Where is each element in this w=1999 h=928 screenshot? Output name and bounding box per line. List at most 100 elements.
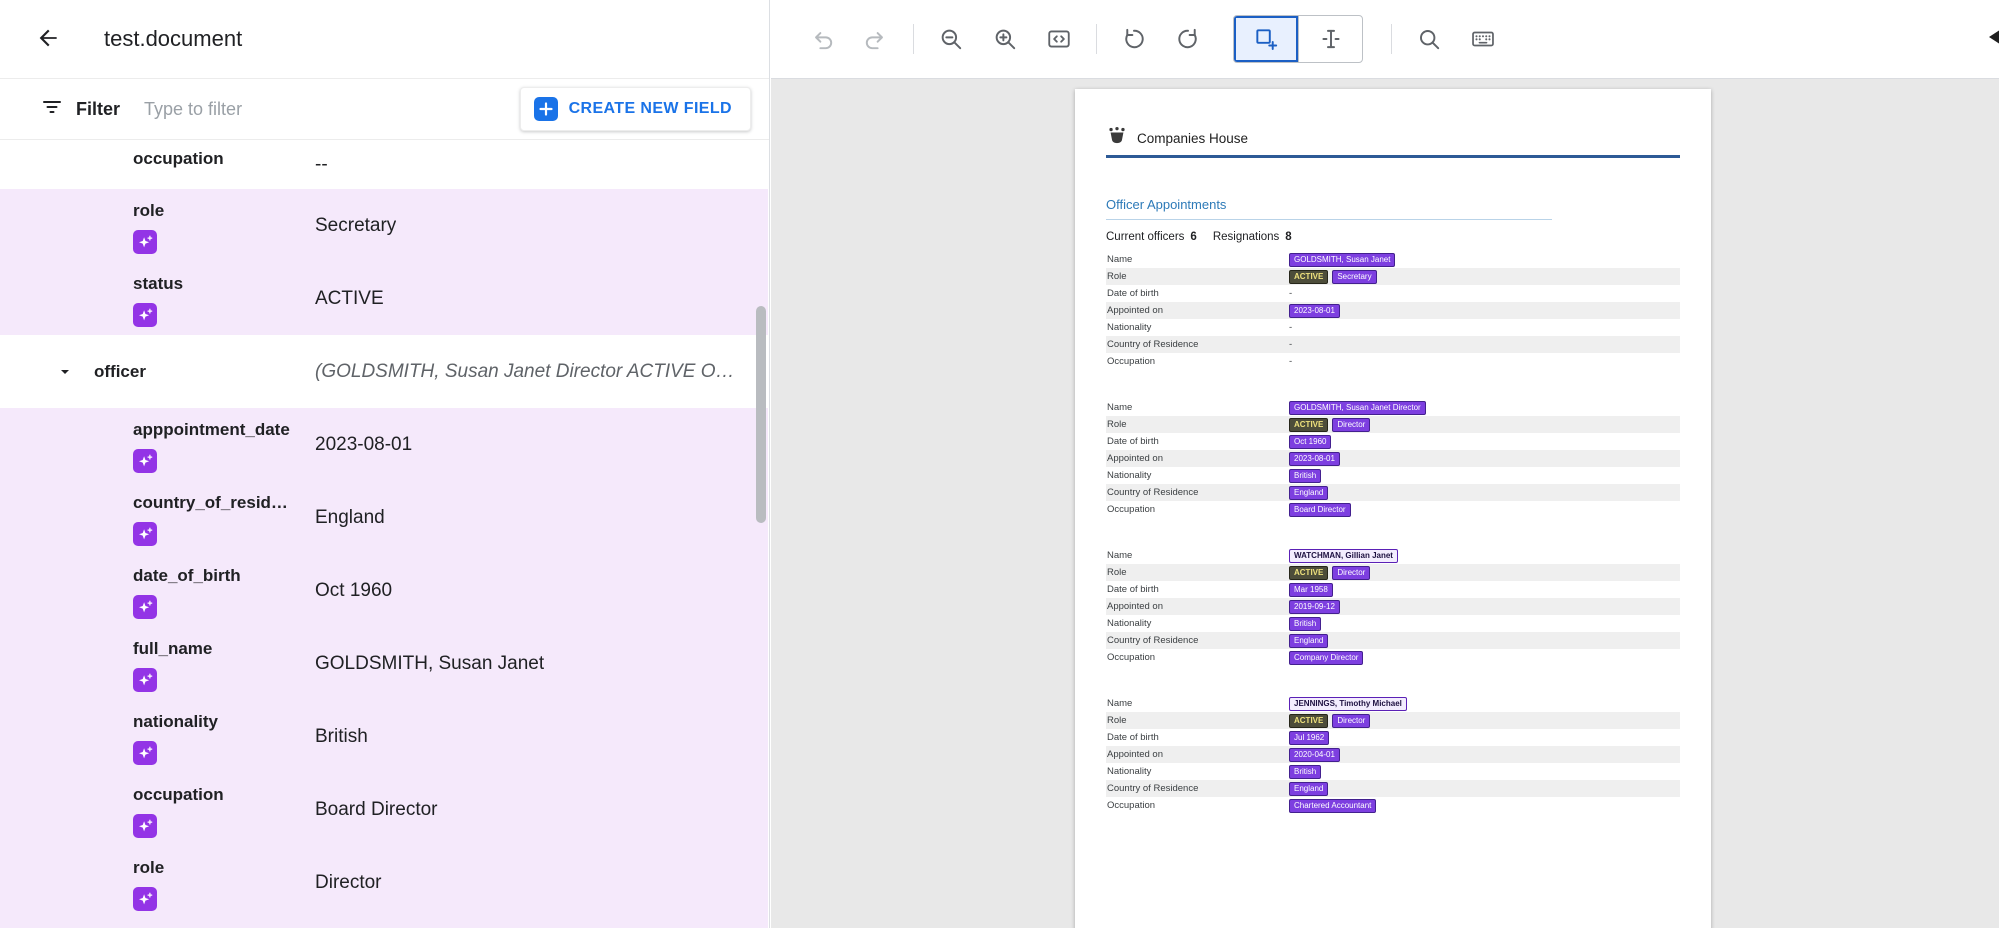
brand-divider (1106, 155, 1680, 158)
scrollbar-thumb[interactable] (756, 306, 766, 523)
entity-chip[interactable]: England (1289, 782, 1328, 796)
entity-chip[interactable]: Director (1332, 566, 1370, 580)
entity-chip[interactable]: ACTIVE (1289, 566, 1328, 580)
row-label: Occupation (1106, 356, 1289, 367)
redo-button[interactable] (849, 13, 903, 65)
row-value-cell: England (1289, 634, 1680, 648)
entity-chip[interactable]: British (1289, 469, 1321, 483)
row-plain-value: - (1289, 356, 1292, 367)
entity-chip[interactable]: ACTIVE (1289, 418, 1328, 432)
entity-chip[interactable]: Director (1332, 714, 1370, 728)
field-row[interactable]: occupation Board Director (0, 773, 768, 846)
entity-chip[interactable]: 2019-09-12 (1289, 600, 1340, 614)
row-label: Role (1106, 271, 1289, 282)
row-label: Country of Residence (1106, 487, 1289, 498)
field-row[interactable]: apppointment_date 2023-08-01 (0, 408, 768, 481)
zoom-in-button[interactable] (978, 13, 1032, 65)
officer-blocks: Name GOLDSMITH, Susan Janet Role ACTIVES… (1106, 251, 1680, 814)
field-value: 2023-08-01 (315, 434, 412, 456)
row-plain-value: - (1289, 322, 1292, 333)
field-row[interactable]: country_of_resid… England (0, 481, 768, 554)
entity-chip[interactable]: British (1289, 617, 1321, 631)
entity-chip[interactable]: England (1289, 634, 1328, 648)
companies-house-logo (1106, 125, 1128, 152)
entity-chip[interactable]: Company Director (1289, 651, 1363, 665)
entity-chip[interactable]: 2023-08-01 (1289, 452, 1340, 466)
field-row[interactable]: date_of_birth Oct 1960 (0, 554, 768, 627)
entity-chip[interactable]: GOLDSMITH, Susan Janet (1289, 253, 1395, 267)
search-button[interactable] (1402, 13, 1456, 65)
entity-chip[interactable]: Oct 1960 (1289, 435, 1331, 449)
row-label: Occupation (1106, 504, 1289, 515)
code-view-button[interactable] (1032, 13, 1086, 65)
back-button[interactable] (28, 19, 68, 59)
row-label: Appointed on (1106, 305, 1289, 316)
entity-chip[interactable]: Director (1332, 418, 1370, 432)
entity-chip[interactable]: Board Director (1289, 503, 1351, 517)
field-row[interactable]: nationality British (0, 700, 768, 773)
row-label: Occupation (1106, 800, 1289, 811)
resignations-label: Resignations (1213, 231, 1279, 243)
row-value-cell: England (1289, 486, 1680, 500)
add-icon (534, 97, 558, 121)
fields-panel: test.document Filter CREATE NEW FIELD (0, 0, 770, 928)
field-label: occupation (133, 149, 315, 169)
entity-chip[interactable]: Mar 1958 (1289, 583, 1333, 597)
entity-chip[interactable]: 2023-08-01 (1289, 304, 1340, 318)
row-plain-value: - (1289, 339, 1292, 350)
row-value-cell: GOLDSMITH, Susan Janet (1289, 253, 1680, 267)
entity-chip[interactable]: British (1289, 765, 1321, 779)
sparkle-icon (133, 230, 157, 254)
entity-chip[interactable]: JENNINGS, Timothy Michael (1289, 697, 1407, 711)
row-label: Date of birth (1106, 436, 1289, 447)
field-row[interactable]: role Director (0, 846, 768, 919)
filter-icon (40, 95, 64, 124)
entity-chip[interactable]: 2020-04-01 (1289, 748, 1340, 762)
row-value-cell: JENNINGS, Timothy Michael (1289, 697, 1680, 711)
field-label-column: role (133, 846, 315, 919)
region-select-button[interactable] (1234, 16, 1298, 62)
row-value-cell: GOLDSMITH, Susan Janet Director (1289, 401, 1680, 415)
field-value-cell: ACTIVE (315, 262, 768, 335)
text-select-button[interactable] (1298, 16, 1362, 62)
table-row: Appointed on 2023-08-01 (1106, 302, 1680, 319)
chevron-down-icon[interactable] (52, 335, 78, 408)
document-header: test.document (0, 0, 769, 79)
field-value-cell: Board Director (315, 773, 768, 846)
entity-chip[interactable]: Secretary (1332, 270, 1376, 284)
row-value-cell: Mar 1958 (1289, 583, 1680, 597)
row-value-cell: 2019-09-12 (1289, 600, 1680, 614)
table-row: Nationality British (1106, 615, 1680, 632)
field-row[interactable]: officer (GOLDSMITH, Susan Janet Director… (0, 335, 768, 408)
partial-icon[interactable] (1987, 22, 1999, 52)
table-row: Date of birth Jul 1962 (1106, 729, 1680, 746)
shortcuts-keyboard-button[interactable] (1456, 13, 1510, 65)
row-value-cell: England (1289, 782, 1680, 796)
rotate-ccw-button[interactable] (1107, 13, 1161, 65)
entity-chip[interactable]: ACTIVE (1289, 714, 1328, 728)
field-row[interactable]: occupation -- (0, 140, 768, 189)
row-value-cell: 2020-04-01 (1289, 748, 1680, 762)
row-label: Nationality (1106, 766, 1289, 777)
row-label: Country of Residence (1106, 339, 1289, 350)
entity-chip[interactable]: England (1289, 486, 1328, 500)
create-new-field-button[interactable]: CREATE NEW FIELD (520, 87, 751, 131)
table-row: Occupation Chartered Accountant (1106, 797, 1680, 814)
entity-chip[interactable]: Chartered Accountant (1289, 799, 1376, 813)
rotate-cw-button[interactable] (1161, 13, 1215, 65)
entity-chip[interactable]: WATCHMAN, Gillian Janet (1289, 549, 1398, 563)
sparkle-icon (133, 741, 157, 765)
field-label-column: officer (94, 335, 315, 408)
field-row[interactable]: full_name GOLDSMITH, Susan Janet (0, 627, 768, 700)
filter-input[interactable] (144, 99, 520, 120)
sparkle-icon (133, 814, 157, 838)
undo-button[interactable] (795, 13, 849, 65)
row-label: Role (1106, 567, 1289, 578)
entity-chip[interactable]: Jul 1962 (1289, 731, 1329, 745)
field-row[interactable]: status ACTIVE (0, 262, 768, 335)
field-label: role (133, 201, 315, 221)
zoom-out-button[interactable] (924, 13, 978, 65)
entity-chip[interactable]: GOLDSMITH, Susan Janet Director (1289, 401, 1426, 415)
entity-chip[interactable]: ACTIVE (1289, 270, 1328, 284)
field-row[interactable]: role Secretary (0, 189, 768, 262)
